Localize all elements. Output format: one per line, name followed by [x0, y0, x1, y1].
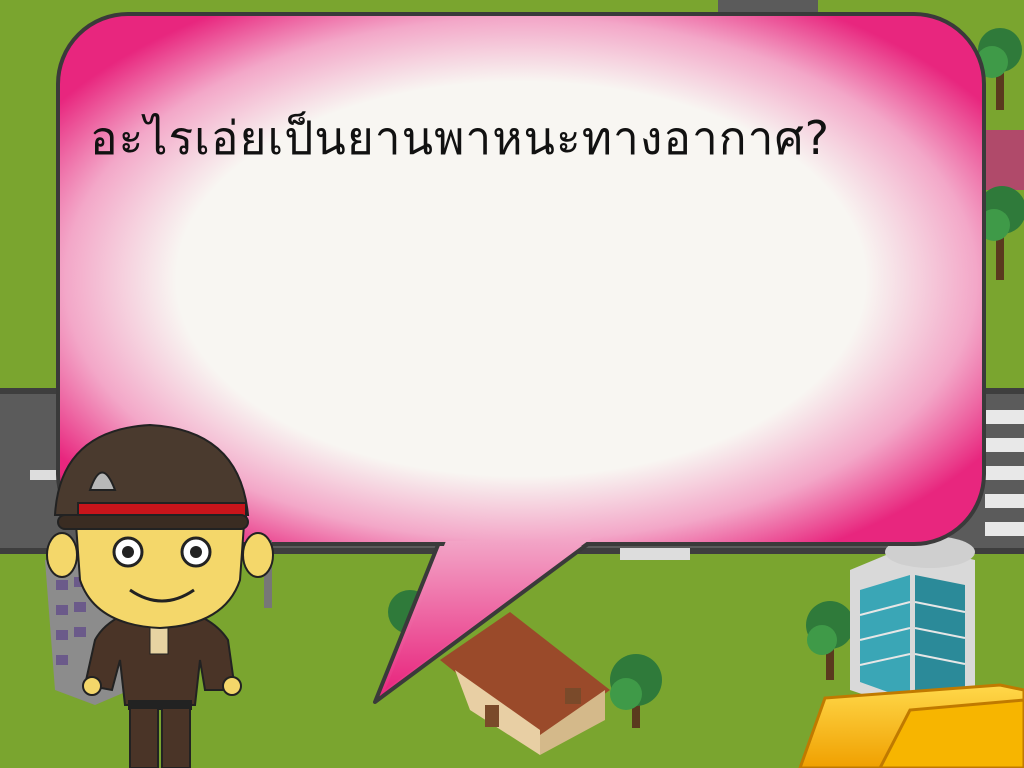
building-icon: [985, 130, 1024, 190]
question-text: อะไรเอ่ยเป็นยานพาหนะทางอากาศ?: [90, 111, 831, 165]
folder-icon[interactable]: [798, 683, 1024, 768]
building-icon: [850, 536, 975, 712]
